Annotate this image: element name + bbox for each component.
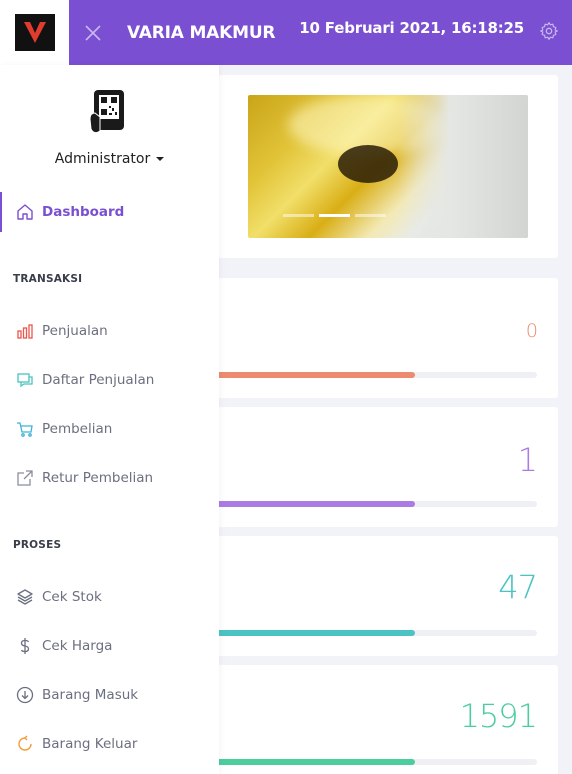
close-icon (85, 24, 101, 41)
dollar-icon (16, 637, 34, 655)
arrow-down-circle-icon (16, 686, 34, 704)
section-title-proses: PROSES (13, 539, 62, 551)
qr-phone-icon (90, 90, 124, 134)
close-sidebar-button[interactable] (69, 0, 117, 65)
gear-icon[interactable] (539, 21, 559, 41)
sidebar-item-label: Cek Stok (42, 589, 102, 605)
sidebar-item-barang-masuk[interactable]: Barang Masuk (0, 675, 219, 715)
sidebar-item-barang-keluar[interactable]: Barang Keluar (0, 724, 219, 764)
caret-down-icon (156, 157, 165, 161)
logo-container[interactable] (0, 0, 69, 65)
sidebar-item-label: Cek Harga (42, 638, 113, 654)
sidebar: Administrator Dashboard TRANSAKSI Penjua… (0, 65, 219, 774)
carousel-next-icon[interactable] (533, 168, 547, 188)
bar-chart-icon (16, 322, 34, 340)
user-menu-toggle[interactable]: Administrator (0, 151, 219, 167)
carousel-indicator[interactable] (283, 214, 314, 217)
sidebar-item-label: Barang Keluar (42, 736, 138, 752)
app-logo[interactable] (14, 14, 55, 51)
carousel-indicator[interactable] (319, 214, 350, 217)
sidebar-item-cek-harga[interactable]: Cek Harga (0, 626, 219, 666)
stat-value: 0 (525, 320, 538, 342)
cart-icon (16, 420, 34, 438)
sidebar-item-label: Pembelian (42, 421, 113, 437)
sidebar-item-label: Dashboard (42, 204, 125, 220)
carousel-indicator[interactable] (355, 214, 386, 217)
sidebar-item-penjualan[interactable]: Penjualan (0, 311, 219, 351)
stat-value: 47 (498, 568, 538, 606)
sidebar-item-pembelian[interactable]: Pembelian (0, 409, 219, 449)
section-title-transaksi: TRANSAKSI (13, 273, 83, 285)
sidebar-item-label: Daftar Penjualan (42, 372, 155, 388)
current-datetime: 10 Februari 2021, 16:18:25 (299, 19, 524, 37)
home-icon (16, 203, 34, 221)
sidebar-item-cek-stok[interactable]: Cek Stok (0, 577, 219, 617)
sidebar-item-label: Retur Pembelian (42, 470, 154, 486)
top-bar: VARIA MAKMUR 10 Februari 2021, 16:18:25 (69, 0, 572, 65)
sidebar-item-label: Barang Masuk (42, 687, 139, 703)
refresh-icon (16, 735, 34, 753)
sidebar-item-label: Penjualan (42, 323, 108, 339)
app-header: VARIA MAKMUR 10 Februari 2021, 16:18:25 (0, 0, 572, 65)
sidebar-item-daftar-penjualan[interactable]: Daftar Penjualan (0, 360, 219, 400)
sidebar-item-dashboard[interactable]: Dashboard (0, 192, 219, 232)
stat-value: 1591 (459, 697, 538, 735)
brand-name: VARIA MAKMUR (127, 22, 276, 43)
layers-icon (16, 588, 34, 606)
carousel-indicators (283, 214, 386, 217)
user-name: Administrator (54, 151, 151, 167)
stat-value: 1 (517, 441, 538, 479)
chat-screen-icon (16, 371, 34, 389)
external-link-icon (16, 469, 34, 487)
sidebar-item-retur-pembelian[interactable]: Retur Pembelian (0, 458, 219, 498)
